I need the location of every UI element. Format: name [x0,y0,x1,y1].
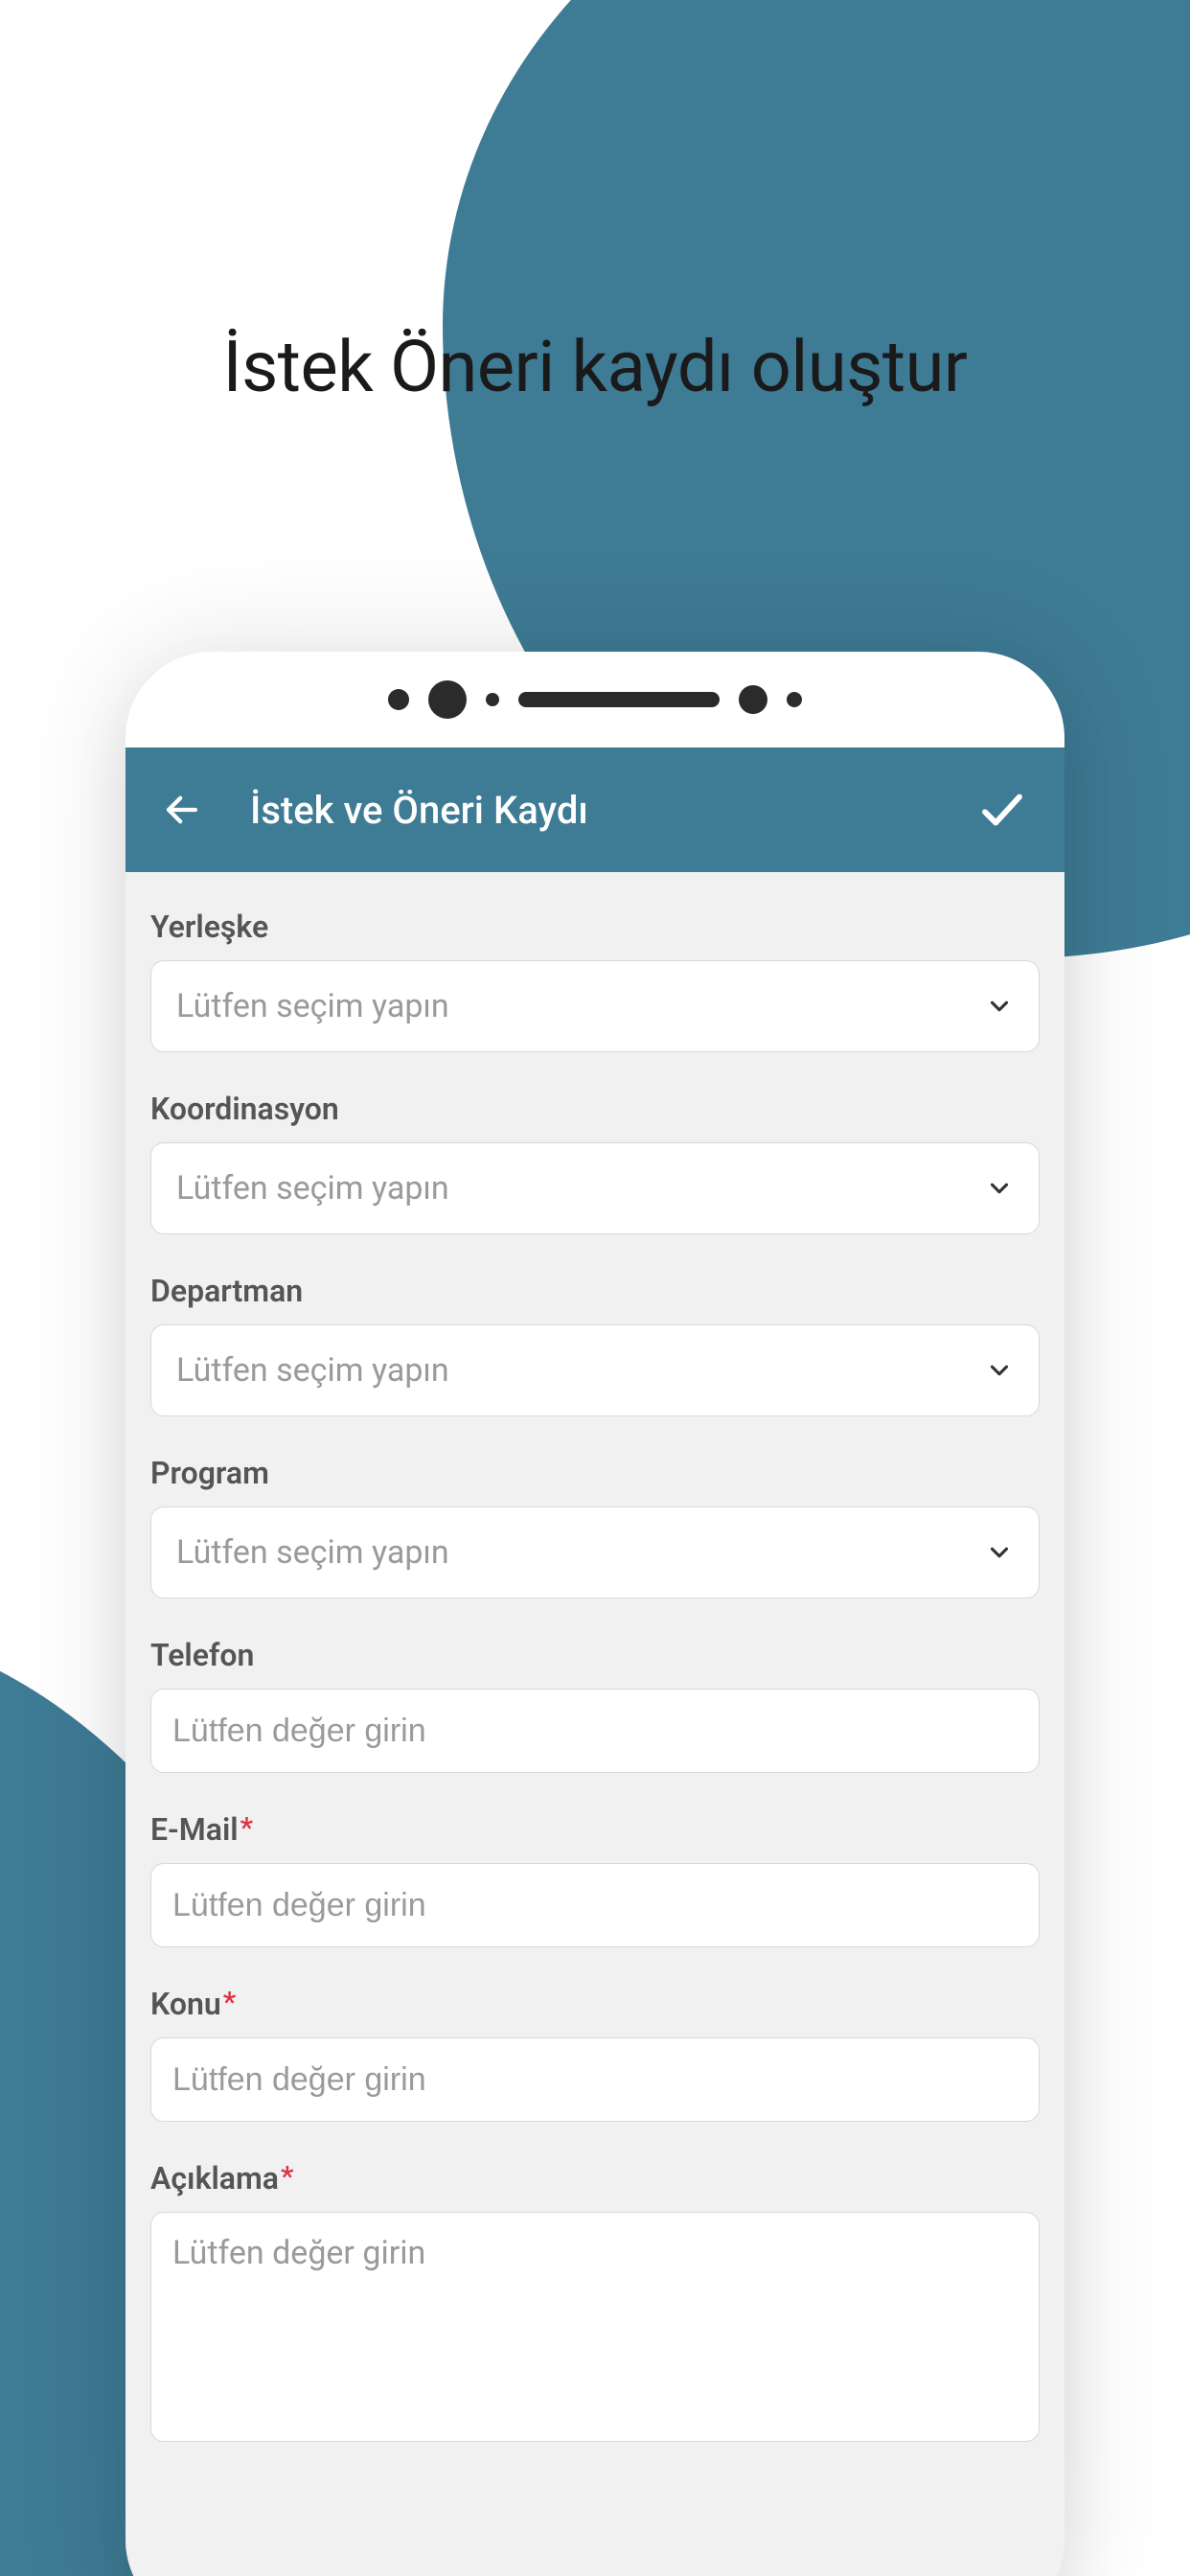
chevron-down-icon [985,1174,1014,1203]
form-container: Yerleşke Lütfen seçim yapın Koordinasyon… [126,872,1064,2520]
required-asterisk: * [281,2160,293,2194]
field-yerleske: Yerleşke Lütfen seçim yapın [150,908,1040,1052]
hero-title: İstek Öneri kaydı oluştur [0,326,1190,409]
label-konu: Konu* [150,1986,1040,2022]
sensor-dot [486,693,499,706]
label-yerleske: Yerleşke [150,908,1040,945]
label-program: Program [150,1455,1040,1491]
phone-speaker [518,692,720,707]
label-aciklama: Açıklama* [150,2160,1040,2196]
chevron-down-icon [985,992,1014,1021]
select-placeholder: Lütfen seçim yapın [176,1533,449,1572]
label-departman: Departman [150,1273,1040,1309]
sensor-dot [428,680,467,719]
field-koordinasyon: Koordinasyon Lütfen seçim yapın [150,1091,1040,1234]
label-aciklama-text: Açıklama [150,2160,279,2196]
phone-sensor-bar [126,652,1064,748]
field-aciklama: Açıklama* [150,2160,1040,2446]
field-konu: Konu* [150,1986,1040,2122]
field-telefon: Telefon [150,1637,1040,1773]
required-asterisk: * [223,1986,236,2019]
select-placeholder: Lütfen seçim yapın [176,987,449,1025]
label-email-text: E-Mail [150,1811,239,1848]
sensor-dot [739,685,767,714]
field-email: E-Mail* [150,1811,1040,1947]
label-konu-text: Konu [150,1986,221,2022]
arrow-left-icon [162,790,202,830]
select-departman[interactable]: Lütfen seçim yapın [150,1324,1040,1416]
label-telefon: Telefon [150,1637,1040,1673]
sensor-dot [388,689,409,710]
submit-button[interactable] [976,784,1028,836]
select-koordinasyon[interactable]: Lütfen seçim yapın [150,1142,1040,1234]
field-program: Program Lütfen seçim yapın [150,1455,1040,1598]
input-email[interactable] [150,1863,1040,1947]
select-program[interactable]: Lütfen seçim yapın [150,1506,1040,1598]
chevron-down-icon [985,1538,1014,1567]
phone-screen: İstek ve Öneri Kaydı Yerleşke Lütfen seç… [126,748,1064,2576]
label-email: E-Mail* [150,1811,1040,1848]
label-koordinasyon: Koordinasyon [150,1091,1040,1127]
sensor-dot [787,692,802,707]
textarea-aciklama[interactable] [150,2212,1040,2442]
select-placeholder: Lütfen seçim yapın [176,1351,449,1390]
select-yerleske[interactable]: Lütfen seçim yapın [150,960,1040,1052]
chevron-down-icon [985,1356,1014,1385]
input-telefon[interactable] [150,1689,1040,1773]
app-bar: İstek ve Öneri Kaydı [126,748,1064,872]
check-icon [976,784,1028,836]
required-asterisk: * [240,1811,253,1845]
select-placeholder: Lütfen seçim yapın [176,1169,449,1208]
field-departman: Departman Lütfen seçim yapın [150,1273,1040,1416]
phone-device-frame: İstek ve Öneri Kaydı Yerleşke Lütfen seç… [126,652,1064,2576]
input-konu[interactable] [150,2037,1040,2122]
app-bar-title: İstek ve Öneri Kaydı [250,788,588,833]
back-button[interactable] [162,790,202,830]
